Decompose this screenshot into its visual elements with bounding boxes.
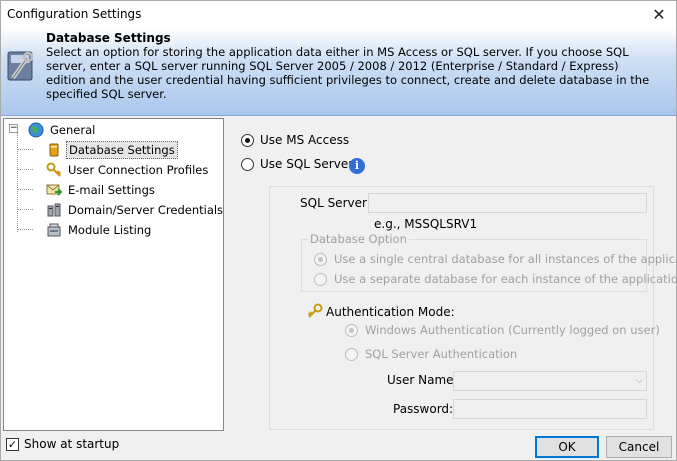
tree-item-label: General — [50, 123, 96, 137]
module-icon — [47, 223, 61, 237]
radio-use-sql-server[interactable] — [241, 158, 254, 171]
tree-item-label: Module Listing — [68, 223, 152, 237]
authentication-mode-label: Authentication Mode: — [326, 305, 455, 319]
radio-auth-windows-label[interactable]: Windows Authentication (Currently logged… — [365, 323, 660, 337]
close-icon[interactable]: ✕ — [642, 1, 676, 28]
radio-db-single-central[interactable] — [314, 253, 327, 266]
radio-db-separate[interactable] — [314, 273, 327, 286]
password-input[interactable] — [453, 399, 647, 419]
tree-item-label: User Connection Profiles — [68, 163, 209, 177]
configuration-settings-window: Configuration Settings ✕ Database Settin… — [0, 0, 677, 461]
key-icon — [46, 162, 62, 177]
radio-db-single-central-label[interactable]: Use a single central database for all in… — [334, 252, 677, 266]
tree-expander-minus-icon[interactable]: − — [9, 124, 18, 133]
globe-icon — [28, 122, 44, 138]
user-name-label: User Name: — [387, 373, 458, 387]
settings-tree[interactable]: General Database Settings User Connectio… — [3, 118, 224, 431]
radio-auth-sql-server[interactable] — [345, 348, 358, 361]
database-icon — [49, 143, 59, 157]
server-icon — [47, 203, 61, 217]
password-label: Password: — [393, 402, 454, 416]
radio-use-ms-access[interactable] — [241, 134, 254, 147]
key-icon — [307, 303, 323, 318]
sql-server-example: e.g., MSSQLSRV1 — [374, 217, 478, 231]
radio-auth-sql-server-label[interactable]: SQL Server Authentication — [365, 347, 517, 361]
radio-db-separate-label[interactable]: Use a separate database for each instanc… — [334, 272, 677, 286]
email-icon — [46, 184, 62, 196]
tree-item-label: E-mail Settings — [68, 183, 155, 197]
header-banner: Database Settings Select an option for s… — [1, 28, 676, 116]
title-bar: Configuration Settings ✕ — [1, 1, 676, 28]
sql-server-input[interactable] — [368, 193, 647, 213]
show-at-startup-label[interactable]: Show at startup — [24, 437, 119, 451]
tools-icon — [7, 51, 34, 81]
window-title: Configuration Settings — [7, 7, 142, 21]
sql-server-label: SQL Server: — [300, 196, 371, 210]
ok-button[interactable]: OK — [535, 436, 599, 458]
radio-use-ms-access-label[interactable]: Use MS Access — [260, 133, 349, 147]
banner-description: Select an option for storing the applica… — [46, 45, 650, 101]
tree-item-label: Domain/Server Credentials — [68, 203, 224, 217]
user-name-combobox[interactable]: ⌵ — [453, 371, 647, 391]
info-icon[interactable]: i — [349, 158, 365, 174]
chevron-down-icon[interactable]: ⌵ — [635, 375, 643, 386]
tree-item-label: Database Settings — [66, 141, 178, 159]
banner-heading: Database Settings — [46, 31, 171, 45]
show-at-startup-checkbox[interactable]: ✓ — [6, 438, 19, 451]
database-option-legend: Database Option — [308, 232, 409, 246]
cancel-button[interactable]: Cancel — [606, 436, 672, 458]
radio-auth-windows[interactable] — [345, 324, 358, 337]
radio-use-sql-server-label[interactable]: Use SQL Server — [260, 157, 353, 171]
